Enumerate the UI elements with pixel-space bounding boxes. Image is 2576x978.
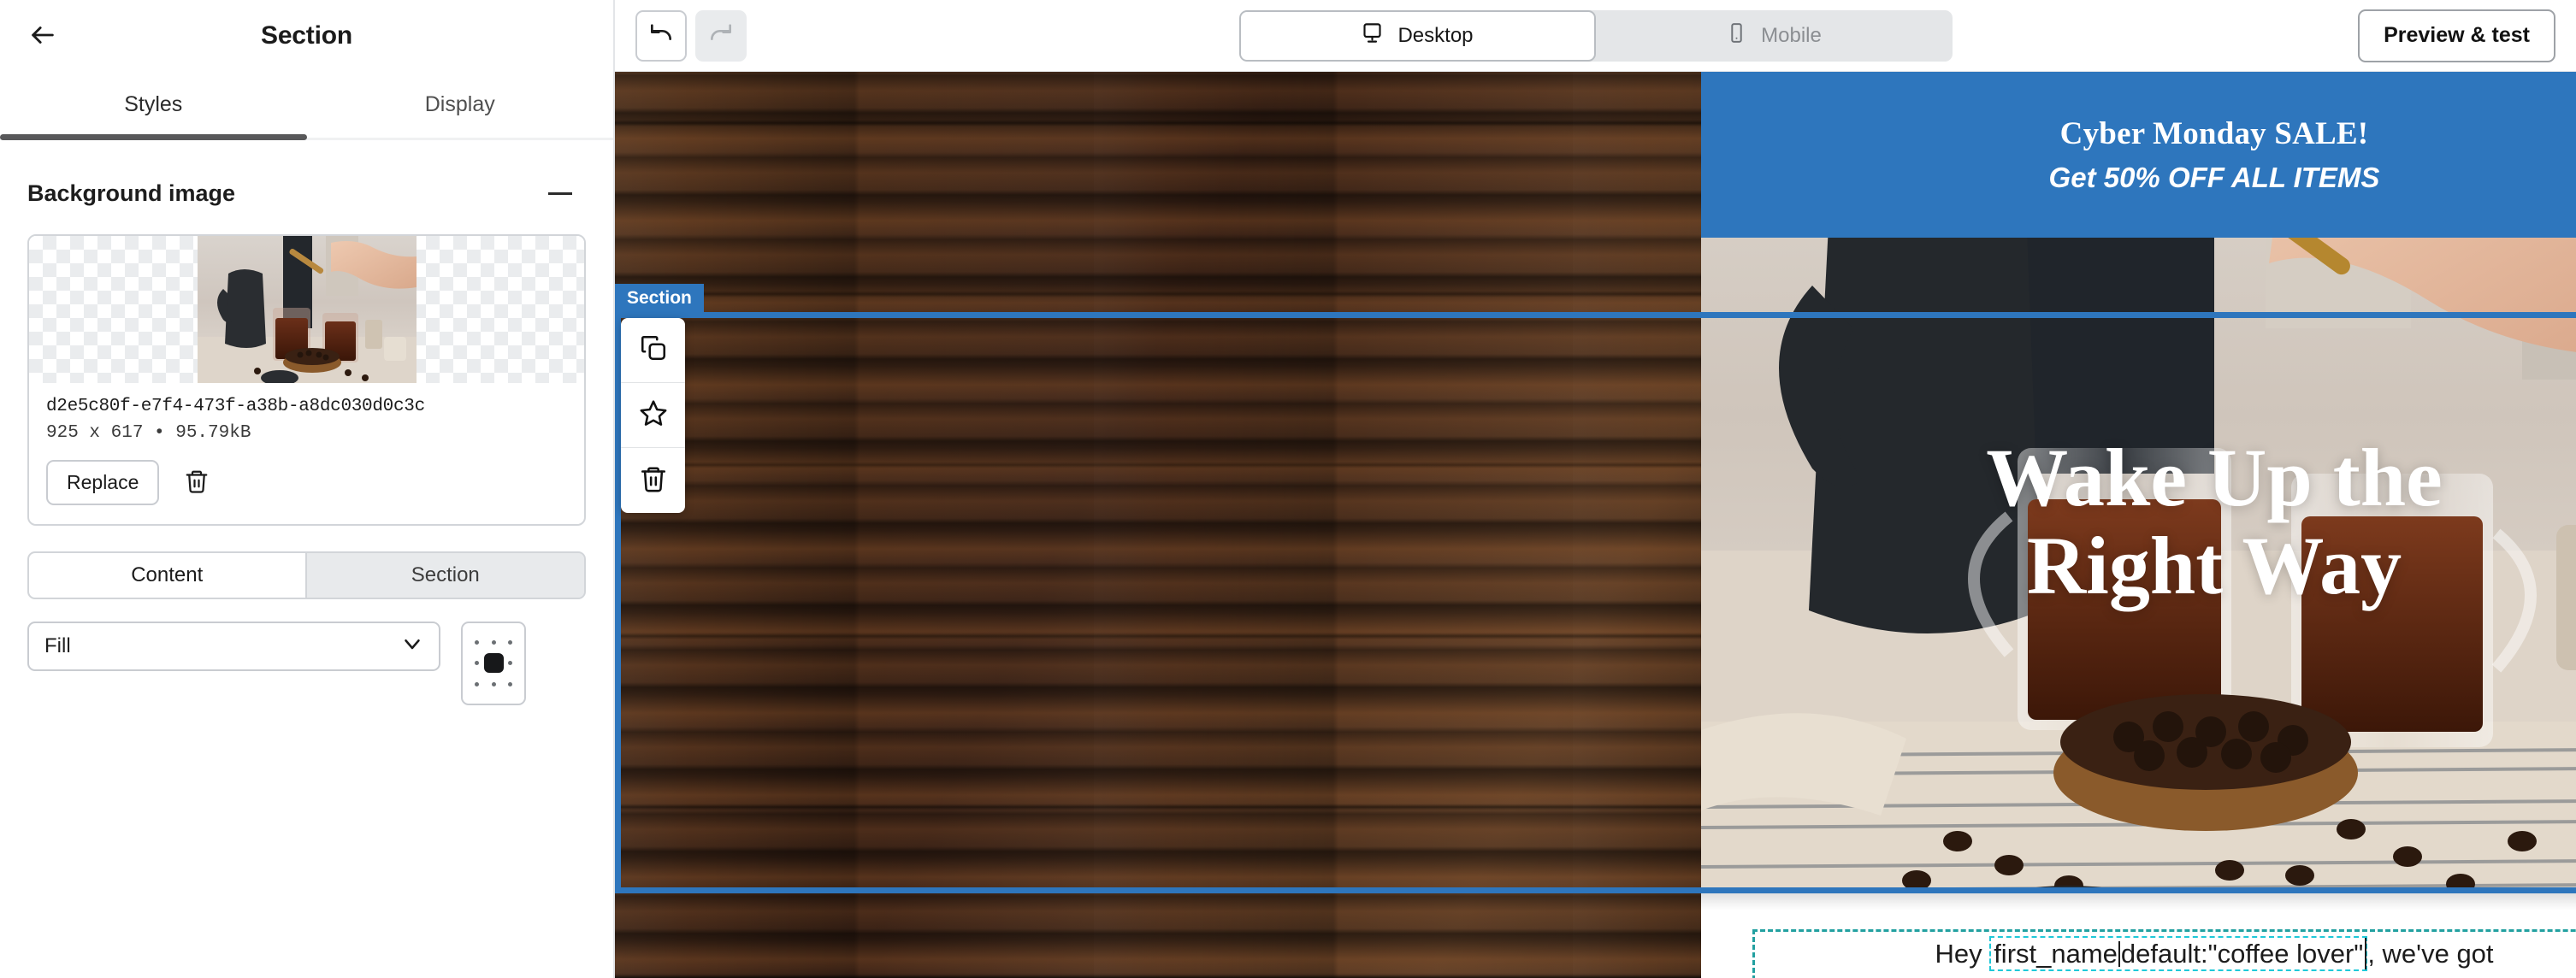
trash-icon xyxy=(184,468,210,497)
position-cell-top-center[interactable] xyxy=(491,639,496,645)
scope-section-label: Section xyxy=(411,563,480,586)
promo-subheadline: Get 50% OFF ALL ITEMS xyxy=(2048,162,2380,193)
trash-icon xyxy=(639,464,668,498)
text-cursor xyxy=(2118,941,2120,967)
background-image-section-header: Background image xyxy=(0,140,613,212)
scope-content-label: Content xyxy=(131,563,204,586)
delete-image-button[interactable] xyxy=(178,464,216,502)
undo-redo-group xyxy=(635,9,747,62)
tab-display[interactable]: Display xyxy=(307,72,614,138)
back-button[interactable] xyxy=(22,15,63,56)
delete-section-button[interactable] xyxy=(621,448,685,513)
device-desktop-option[interactable]: Desktop xyxy=(1238,9,1596,62)
arrow-left-icon xyxy=(28,21,57,52)
body-text-prefix: Hey xyxy=(1935,939,1990,969)
position-cell-bottom-left[interactable] xyxy=(474,682,479,687)
merge-tag[interactable]: first_name default:"coffee lover" xyxy=(1989,936,2368,971)
position-cell-bottom-center[interactable] xyxy=(491,682,496,687)
promo-banner-section[interactable]: Cyber Monday SALE! Get 50% OFF ALL ITEMS xyxy=(1701,72,2576,238)
scope-content-option[interactable]: Content xyxy=(29,553,307,598)
section-selection-left-border xyxy=(615,312,621,893)
mobile-icon xyxy=(1726,22,1747,50)
body-text-suffix: , we've got xyxy=(2367,939,2494,969)
position-cell-bottom-right[interactable] xyxy=(508,682,513,687)
body-text-line[interactable]: Hey first_name default:"coffee lover", we… xyxy=(1755,936,2576,976)
scope-toggle: Content Section xyxy=(27,551,586,599)
email-builder-app: Section Styles Display Background image xyxy=(0,0,2576,978)
promo-headline: Cyber Monday SALE! xyxy=(2059,116,2369,151)
undo-button[interactable] xyxy=(635,9,687,62)
body-text-block[interactable]: Hey first_name default:"coffee lover", we… xyxy=(1752,929,2576,978)
page-title: Section xyxy=(261,21,352,50)
device-mobile-label: Mobile xyxy=(1761,23,1822,47)
undo-icon xyxy=(647,20,675,51)
editor-toolbar: Desktop Mobile Preview & test xyxy=(615,0,2576,72)
email-canvas[interactable]: Cyber Monday SALE! Get 50% OFF ALL ITEMS… xyxy=(615,72,2576,978)
device-preview-switch: Desktop Mobile xyxy=(1238,9,1953,62)
tab-styles-label: Styles xyxy=(124,92,183,116)
tab-display-label: Display xyxy=(424,92,495,116)
position-cell-middle-right[interactable] xyxy=(508,661,513,666)
image-file-meta: 925 x 617 • 95.79kB xyxy=(46,423,251,443)
chevron-down-icon xyxy=(399,631,425,663)
sidebar-header: Section xyxy=(0,0,613,72)
favorite-section-button[interactable] xyxy=(621,383,685,448)
background-position-grid[interactable] xyxy=(461,622,526,705)
hero-heading[interactable]: Wake Up the Right Way xyxy=(1701,432,2576,611)
redo-button xyxy=(695,9,747,62)
background-image-heading: Background image xyxy=(27,180,236,206)
position-cell-top-left[interactable] xyxy=(474,639,479,645)
image-preview xyxy=(197,236,417,383)
editor-main: Desktop Mobile Preview & test Cyber Mond… xyxy=(615,0,2576,978)
hero-heading-line-1: Wake Up the xyxy=(1986,432,2443,523)
minus-icon xyxy=(548,191,572,195)
replace-image-button[interactable]: Replace xyxy=(46,460,160,505)
star-icon xyxy=(639,398,668,432)
preview-and-test-button[interactable]: Preview & test xyxy=(2358,9,2555,62)
background-size-value: Fill xyxy=(44,634,71,657)
styles-sidebar: Section Styles Display Background image xyxy=(0,0,615,978)
section-selection-badge: Section xyxy=(615,284,704,314)
section-selection-bottom-border xyxy=(615,887,2576,893)
sidebar-tabs: Styles Display xyxy=(0,72,613,140)
position-cell-center-selected[interactable] xyxy=(483,653,504,674)
section-selection-top-border xyxy=(615,312,2576,318)
email-body[interactable]: Cyber Monday SALE! Get 50% OFF ALL ITEMS… xyxy=(1701,72,2576,978)
image-metadata: d2e5c80f-e7f4-473f-a38b-a8dc030d0c3c 925… xyxy=(29,383,584,443)
image-file-name: d2e5c80f-e7f4-473f-a38b-a8dc030d0c3c xyxy=(46,397,425,416)
desktop-icon xyxy=(1361,21,1384,50)
email-body-white-area: Hey first_name default:"coffee lover", we… xyxy=(1701,888,2576,978)
hero-section[interactable]: Wake Up the Right Way xyxy=(1701,238,2576,887)
position-cell-middle-left[interactable] xyxy=(474,661,479,666)
duplicate-section-button[interactable] xyxy=(621,318,685,383)
tab-styles[interactable]: Styles xyxy=(0,72,307,140)
background-size-row: Fill xyxy=(27,622,586,705)
image-actions: Replace xyxy=(29,443,584,524)
hero-heading-line-2: Right Way xyxy=(2026,519,2402,611)
device-mobile-option[interactable]: Mobile xyxy=(1596,10,1953,62)
redo-icon xyxy=(707,20,735,51)
position-cell-top-right[interactable] xyxy=(508,639,513,645)
collapse-toggle[interactable] xyxy=(541,174,579,212)
device-desktop-label: Desktop xyxy=(1397,23,1474,47)
image-thumbnail[interactable] xyxy=(29,236,584,383)
merge-tag-variable: first_name xyxy=(1994,939,2118,969)
duplicate-icon xyxy=(639,333,668,367)
background-image-card: d2e5c80f-e7f4-473f-a38b-a8dc030d0c3c 925… xyxy=(27,234,586,526)
section-floating-toolbar xyxy=(621,318,685,513)
scope-section-option[interactable]: Section xyxy=(306,553,584,598)
coffee-photo-illustration xyxy=(197,236,417,383)
background-size-select[interactable]: Fill xyxy=(27,622,440,671)
merge-tag-default: default:"coffee lover" xyxy=(2120,939,2364,969)
